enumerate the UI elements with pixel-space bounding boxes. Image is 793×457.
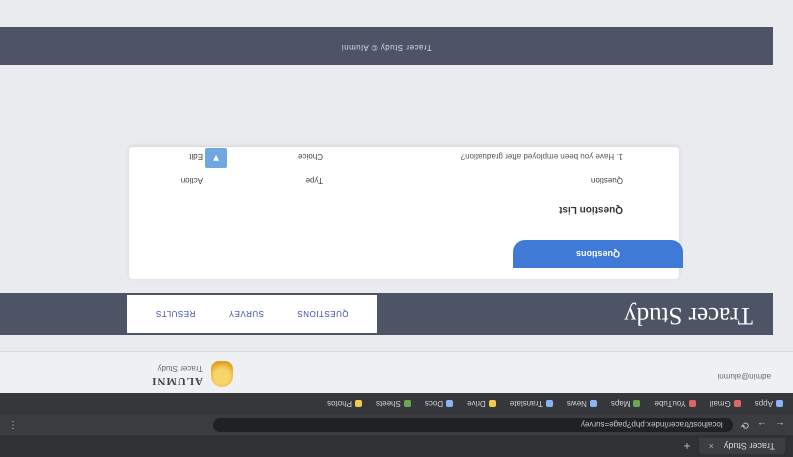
nav-item-results[interactable]: Results	[156, 310, 196, 319]
address-bar[interactable]: localhost/tracer/index.php?page=survey	[212, 418, 733, 432]
maps-icon	[633, 400, 641, 408]
nav-item-questions[interactable]: Questions	[297, 310, 349, 319]
reload-icon[interactable]: ⟳	[741, 420, 749, 431]
table-cell[interactable]: Edit	[123, 152, 203, 161]
logo-title: ALUMNI	[151, 375, 203, 387]
logo-strip: admin@alumni ALUMNI Tracer Study	[0, 351, 793, 393]
bookmark-item[interactable]: News	[567, 400, 597, 409]
bookmark-item[interactable]: Sheets	[376, 400, 411, 409]
apps-icon	[776, 400, 783, 408]
browser-tab[interactable]: Tracer Study ×	[698, 438, 785, 454]
bookmark-item[interactable]: Gmail	[710, 400, 741, 409]
table-header-row: Question Type Action	[123, 176, 623, 185]
rotated-screen-capture: Tracer Study × + ← → ⟳ localhost/tracer/…	[0, 0, 793, 457]
site-title: Tracer Study	[624, 302, 753, 329]
news-icon	[589, 400, 597, 408]
close-tab-icon[interactable]: ×	[709, 441, 714, 451]
gmail-icon	[733, 400, 741, 408]
table-header-cell: Question	[590, 176, 623, 185]
forward-icon[interactable]: →	[757, 420, 767, 431]
browser-menu-icon[interactable]: ⋮	[8, 420, 18, 431]
footer-text: Tracer Study © Alumni	[341, 43, 432, 52]
browser-toolbar: ← → ⟳ localhost/tracer/index.php?page=su…	[0, 415, 793, 435]
bookmark-item[interactable]: Apps	[755, 400, 783, 409]
site-footer: Tracer Study © Alumni	[0, 27, 773, 65]
bookmark-item[interactable]: Drive	[467, 400, 496, 409]
logo-subtitle: Tracer Study	[157, 364, 204, 373]
youtube-icon	[688, 400, 696, 408]
web-page: admin@alumni ALUMNI Tracer Study Tracer …	[0, 0, 793, 393]
table-header-cell: Type	[305, 176, 323, 185]
card-title: Question List	[559, 204, 623, 215]
bookmarks-bar: Apps Gmail YouTube Maps News Translate D…	[0, 393, 793, 415]
back-icon[interactable]: ←	[775, 420, 785, 431]
bookmark-item[interactable]: YouTube	[654, 400, 696, 409]
site-header: Tracer Study Questions Survey Results	[0, 293, 773, 335]
dropdown-icon-button[interactable]: ▼	[205, 148, 227, 168]
bookmark-item[interactable]: Docs	[425, 400, 454, 409]
translate-icon	[545, 400, 553, 408]
questions-tab-button[interactable]: Questions	[513, 240, 683, 268]
nav-menu: Questions Survey Results	[127, 295, 377, 333]
nav-item-survey[interactable]: Survey	[228, 310, 264, 319]
user-text: admin@alumni	[717, 372, 771, 381]
address-text: localhost/tracer/index.php?page=survey	[580, 420, 723, 430]
new-tab-icon[interactable]: +	[684, 439, 691, 453]
browser-tab-strip: Tracer Study × +	[0, 435, 793, 457]
bookmark-item[interactable]: Translate	[510, 400, 553, 409]
table-cell: 1. Have you been employed after graduati…	[460, 152, 623, 161]
sheets-icon	[403, 400, 411, 408]
table-row: 1. Have you been employed after graduati…	[123, 152, 623, 161]
drive-icon	[488, 400, 496, 408]
photos-icon	[354, 400, 362, 408]
bookmark-item[interactable]: Photos	[327, 400, 362, 409]
table-header-cell: Action	[180, 176, 203, 185]
bookmark-item[interactable]: Maps	[611, 400, 641, 409]
alumni-logo-icon[interactable]	[211, 361, 233, 387]
docs-icon	[446, 400, 454, 408]
tab-title: Tracer Study	[723, 441, 775, 451]
